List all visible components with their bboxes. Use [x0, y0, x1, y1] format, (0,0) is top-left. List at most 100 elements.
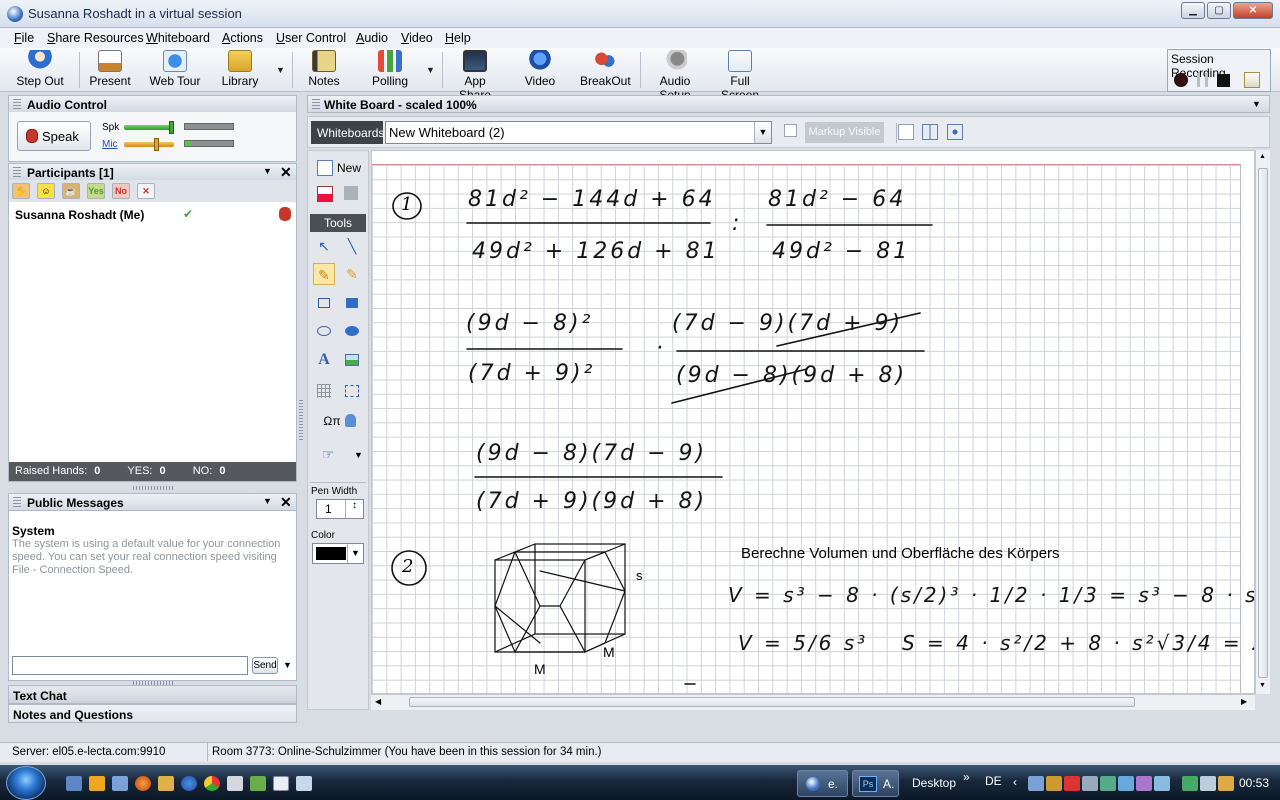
text-chat-panel[interactable]: Text Chat: [8, 685, 297, 704]
close-button[interactable]: ✕: [1233, 2, 1273, 19]
chrome-icon[interactable]: [204, 776, 220, 791]
save-icon[interactable]: [344, 186, 358, 200]
pen-width-input[interactable]: 1 ↕: [316, 499, 364, 519]
line-tool-icon[interactable]: ╲: [341, 235, 363, 257]
pause-icon[interactable]: [1197, 73, 1208, 87]
tray-icon[interactable]: [1218, 776, 1234, 791]
library-dropdown-arrow[interactable]: ▼: [276, 65, 285, 75]
menu-file[interactable]: File: [14, 31, 34, 45]
task-photoshop[interactable]: Ps A.: [852, 770, 899, 797]
whiteboards-tab[interactable]: Whiteboards: [311, 121, 384, 144]
color-picker[interactable]: ▼: [312, 543, 364, 564]
tray-icon[interactable]: [1136, 776, 1152, 791]
screenshot-tool-icon[interactable]: [341, 380, 363, 402]
scroll-down-arrow[interactable]: ▼: [1259, 682, 1266, 689]
new-page-icon[interactable]: [317, 160, 333, 176]
pen-tool-icon[interactable]: ✎: [313, 263, 335, 285]
ellipse-tool-icon[interactable]: [313, 320, 335, 342]
horizontal-scroll-thumb[interactable]: [409, 697, 1135, 707]
volume-icon[interactable]: [1200, 776, 1216, 791]
filled-ellipse-tool-icon[interactable]: [341, 320, 363, 342]
menu-actions[interactable]: Actions: [222, 31, 263, 45]
highlighter-tool-icon[interactable]: ✎: [341, 263, 363, 285]
notes-and-questions-panel[interactable]: Notes and Questions: [8, 704, 297, 723]
participants-menu-arrow[interactable]: ▼: [263, 166, 272, 176]
network-icon[interactable]: [1182, 776, 1198, 791]
coffee-icon[interactable]: ☕: [62, 183, 80, 199]
menu-share-resources[interactable]: Share Resources: [47, 31, 144, 45]
present-button[interactable]: Present: [86, 50, 134, 88]
tray-icon[interactable]: [1064, 776, 1080, 791]
record-icon[interactable]: [1174, 73, 1188, 87]
speak-button[interactable]: Speak: [17, 121, 91, 151]
menu-whiteboard[interactable]: Whiteboard: [146, 31, 210, 45]
polling-dropdown-arrow[interactable]: ▼: [426, 65, 435, 75]
grid-tool-icon[interactable]: [313, 380, 335, 402]
task-electa[interactable]: e.: [797, 770, 848, 797]
whiteboard-select[interactable]: New Whiteboard (2) ▼: [385, 121, 772, 144]
stop-icon[interactable]: [1217, 74, 1230, 87]
actual-size-icon[interactable]: [947, 124, 963, 140]
menu-video[interactable]: Video: [401, 31, 433, 45]
notes-button[interactable]: Notes: [304, 50, 344, 88]
menu-audio[interactable]: Audio: [356, 31, 388, 45]
pen-width-stepper[interactable]: ↕: [345, 500, 363, 518]
symbols-tool[interactable]: Ωπ: [318, 410, 346, 432]
whiteboard-horizontal-scrollbar[interactable]: ◀ ▶: [371, 694, 1255, 710]
clock[interactable]: 00:53: [1239, 776, 1269, 790]
tray-icon[interactable]: [1154, 776, 1170, 791]
vertical-scroll-thumb[interactable]: [1258, 168, 1268, 678]
markup-checkbox[interactable]: [784, 124, 797, 137]
tray-icon[interactable]: [1100, 776, 1116, 791]
scroll-left-arrow[interactable]: ◀: [375, 697, 381, 706]
user-tool-icon[interactable]: [345, 414, 356, 427]
chevron-down-icon[interactable]: ▼: [347, 544, 363, 563]
participants-close-icon[interactable]: ✕: [280, 164, 292, 181]
tray-icon[interactable]: [1028, 776, 1044, 791]
send-button[interactable]: Send: [252, 657, 278, 674]
menu-user-control[interactable]: User Control: [276, 31, 346, 45]
language-indicator[interactable]: DE: [985, 774, 1002, 788]
fit-width-icon[interactable]: [922, 124, 938, 140]
messages-menu-arrow[interactable]: ▼: [263, 496, 272, 506]
raise-hand-icon[interactable]: ✋: [12, 183, 30, 199]
app-icon[interactable]: [296, 776, 312, 791]
tray-icon[interactable]: [1082, 776, 1098, 791]
vertical-splitter-grip[interactable]: [299, 400, 303, 440]
image-tool-icon[interactable]: [341, 349, 363, 371]
show-desktop-icon[interactable]: [66, 776, 82, 791]
yes-button[interactable]: Yes: [87, 183, 105, 199]
video-button[interactable]: Video: [522, 50, 558, 88]
scroll-right-arrow[interactable]: ▶: [1241, 697, 1247, 706]
step-out-button[interactable]: Step Out: [14, 50, 66, 88]
whiteboard-vertical-scrollbar[interactable]: ▲ ▼: [1255, 150, 1270, 694]
record-settings-icon[interactable]: [1244, 72, 1260, 88]
whiteboard-menu-arrow[interactable]: ▼: [1252, 99, 1261, 109]
text-tool-icon[interactable]: A: [313, 349, 335, 371]
window-switch-icon[interactable]: [112, 776, 128, 791]
mic-link[interactable]: Mic: [102, 139, 118, 150]
pointer-dropdown-arrow[interactable]: ▼: [354, 450, 363, 460]
messages-close-icon[interactable]: ✕: [280, 494, 292, 511]
library-button[interactable]: Library: [218, 50, 262, 88]
new-page-button[interactable]: New: [337, 161, 361, 175]
fit-page-icon[interactable]: [898, 124, 914, 140]
app-icon[interactable]: [227, 776, 243, 791]
editor-icon[interactable]: [273, 776, 289, 791]
send-options-arrow[interactable]: ▼: [283, 660, 292, 670]
maximize-button[interactable]: ▢: [1207, 2, 1231, 19]
splitter-grip[interactable]: [133, 486, 173, 490]
browser-icon[interactable]: [181, 776, 197, 791]
pointer-tool-icon[interactable]: ↖: [313, 235, 335, 257]
mic-slider-thumb[interactable]: [153, 138, 159, 151]
whiteboard-drawing[interactable]: [372, 151, 1242, 694]
firefox-icon[interactable]: [135, 776, 151, 791]
breakout-button[interactable]: BreakOut: [580, 50, 631, 88]
chevron-down-icon[interactable]: ▼: [754, 122, 771, 143]
minimize-button[interactable]: ▁: [1181, 2, 1205, 19]
tray-icon[interactable]: [1046, 776, 1062, 791]
tray-icon[interactable]: [1118, 776, 1134, 791]
pointer-hand-icon[interactable]: ☞: [317, 443, 339, 465]
start-button[interactable]: [6, 766, 46, 800]
tools-icon[interactable]: [158, 776, 174, 791]
